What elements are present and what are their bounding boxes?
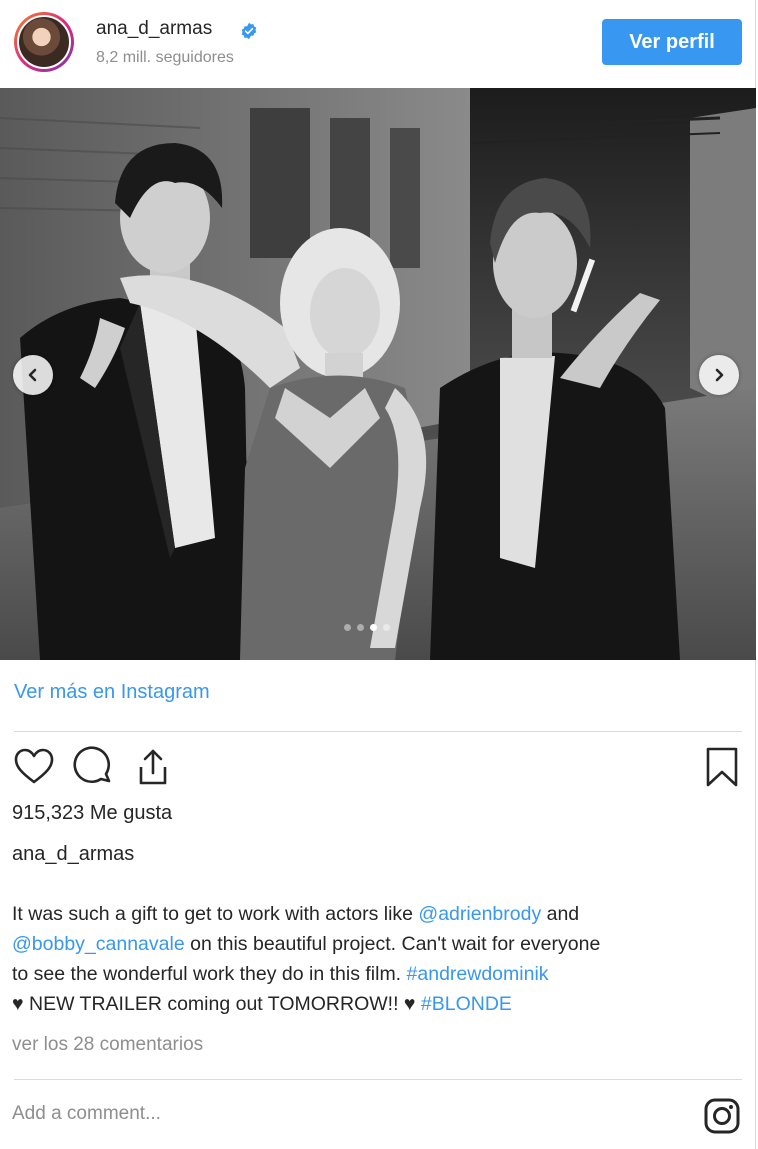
carousel-indicator: [344, 624, 390, 631]
caption-owner-username[interactable]: ana_d_armas: [12, 843, 134, 866]
carousel-dot: [370, 624, 377, 631]
post-header: ana_d_armas 8,2 mill. seguidores Ver per…: [0, 0, 756, 88]
heart-icon[interactable]: [12, 745, 56, 789]
view-comments-link[interactable]: ver los 28 comentarios: [12, 1034, 203, 1056]
post-photo[interactable]: [0, 88, 756, 660]
chevron-left-icon: [28, 368, 37, 382]
comment-icon[interactable]: [72, 745, 116, 789]
avatar[interactable]: [14, 12, 74, 72]
share-icon[interactable]: [131, 745, 175, 789]
bookmark-icon[interactable]: [700, 745, 744, 789]
username[interactable]: ana_d_armas: [96, 18, 212, 40]
carousel-dot: [383, 624, 390, 631]
hashtag-blonde[interactable]: #BLONDE: [421, 993, 512, 1015]
caption: It was such a gift to get to work with a…: [12, 903, 601, 1015]
divider: [14, 731, 742, 732]
carousel-dot: [344, 624, 351, 631]
instagram-icon[interactable]: [703, 1097, 741, 1135]
divider: [14, 1079, 742, 1080]
view-more-on-instagram-link[interactable]: Ver más en Instagram: [14, 681, 210, 704]
instagram-embed-card: ana_d_armas 8,2 mill. seguidores Ver per…: [0, 0, 756, 1149]
add-comment-input[interactable]: [12, 1096, 672, 1132]
mention-adrienbrody[interactable]: @adrienbrody: [418, 903, 541, 925]
chevron-right-icon: [715, 368, 724, 382]
likes-count[interactable]: 915,323 Me gusta: [12, 802, 172, 825]
view-profile-button[interactable]: Ver perfil: [602, 19, 742, 65]
mention-bobby-cannavale[interactable]: @bobby_cannavale: [12, 933, 185, 955]
previous-slide-button[interactable]: [13, 355, 53, 395]
carousel-dot: [357, 624, 364, 631]
next-slide-button[interactable]: [699, 355, 739, 395]
post-photo-image: [0, 88, 756, 660]
verified-badge-icon: [241, 22, 257, 40]
followers-count: 8,2 mill. seguidores: [96, 49, 234, 66]
hashtag-andrewdominik[interactable]: #andrewdominik: [407, 963, 549, 985]
